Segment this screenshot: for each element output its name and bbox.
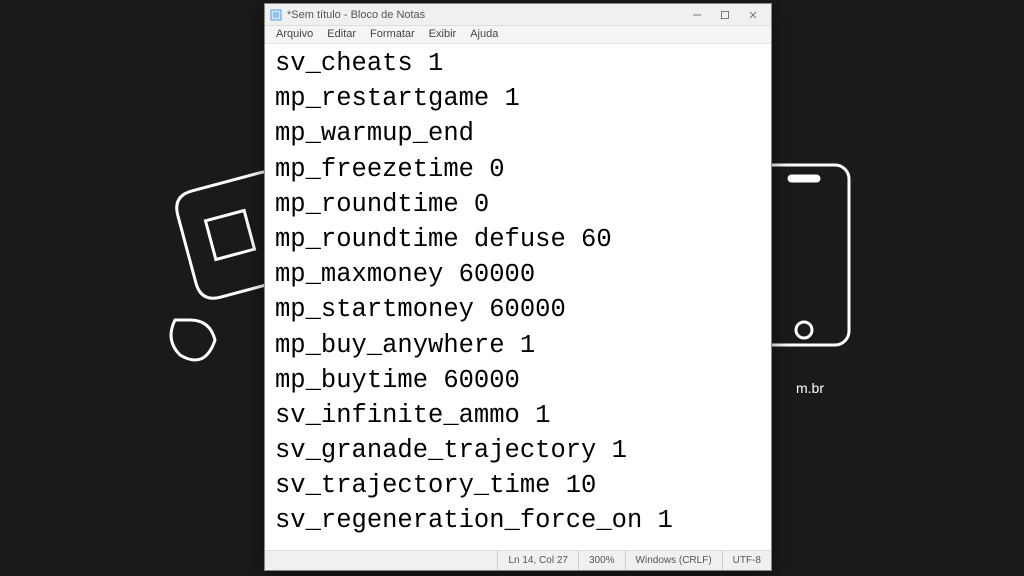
- menu-edit[interactable]: Editar: [320, 26, 363, 43]
- titlebar[interactable]: *Sem título - Bloco de Notas: [265, 4, 771, 26]
- menu-file[interactable]: Arquivo: [269, 26, 320, 43]
- notepad-window: *Sem título - Bloco de Notas Arquivo Edi…: [264, 3, 772, 571]
- maximize-button[interactable]: [711, 6, 739, 24]
- status-lineending: Windows (CRLF): [625, 551, 722, 570]
- window-controls: [683, 6, 767, 24]
- status-zoom: 300%: [578, 551, 625, 570]
- notepad-icon: [269, 8, 283, 22]
- window-title: *Sem título - Bloco de Notas: [287, 9, 683, 21]
- close-button[interactable]: [739, 6, 767, 24]
- menu-format[interactable]: Formatar: [363, 26, 422, 43]
- menu-help[interactable]: Ajuda: [463, 26, 505, 43]
- menu-view[interactable]: Exibir: [422, 26, 464, 43]
- menubar: Arquivo Editar Formatar Exibir Ajuda: [265, 26, 771, 44]
- minimize-button[interactable]: [683, 6, 711, 24]
- text-editor[interactable]: sv_cheats 1 mp_restartgame 1 mp_warmup_e…: [265, 44, 771, 550]
- background-domain-text: m.br: [796, 380, 824, 396]
- status-position: Ln 14, Col 27: [497, 551, 578, 570]
- status-encoding: UTF-8: [722, 551, 771, 570]
- statusbar: Ln 14, Col 27 300% Windows (CRLF) UTF-8: [265, 550, 771, 570]
